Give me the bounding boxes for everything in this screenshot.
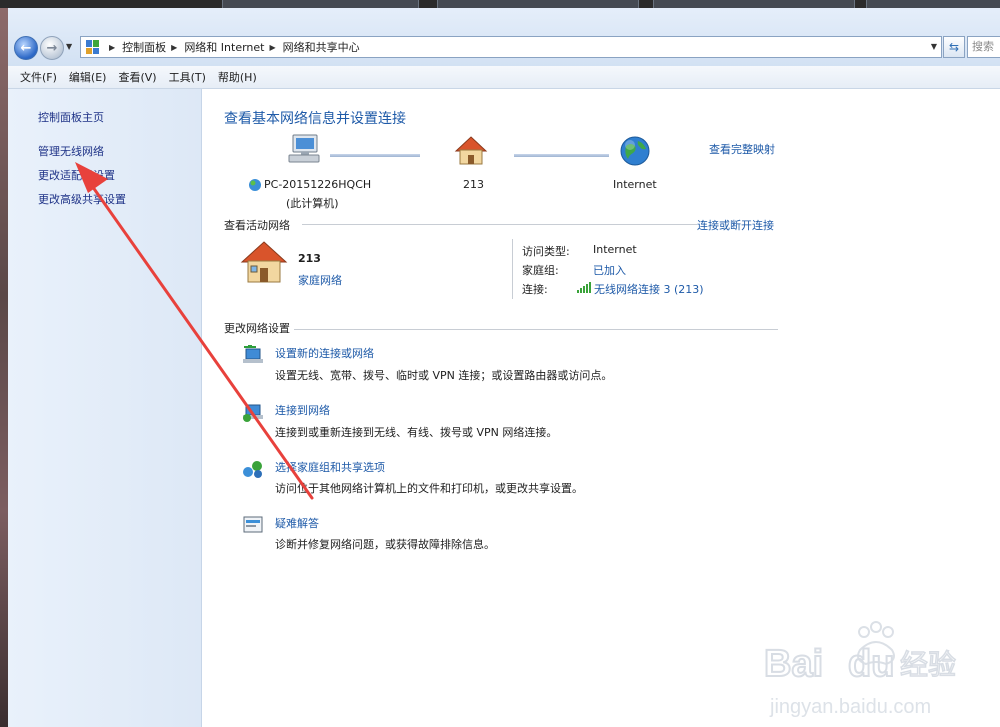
active-networks-heading: 查看活动网络 <box>224 219 290 232</box>
breadcrumb-control-panel[interactable]: 控制面板 <box>122 39 166 55</box>
svg-text:Bai: Bai <box>764 643 823 685</box>
svg-text:经验: 经验 <box>900 648 956 681</box>
menu-view[interactable]: 查看(V) <box>118 69 156 85</box>
svg-text:jingyan.baidu.com: jingyan.baidu.com <box>769 696 931 718</box>
menu-help[interactable]: 帮助(H) <box>218 69 257 85</box>
homegroup-sharing-desc: 访问位于其他网络计算机上的文件和打印机，或更改共享设置。 <box>275 482 583 495</box>
breadcrumb-separator-icon[interactable]: ▶ <box>270 43 276 52</box>
map-connection-line <box>514 154 609 157</box>
back-button[interactable]: ← <box>14 36 38 60</box>
sidebar-item-advanced-sharing[interactable]: 更改高级共享设置 <box>38 191 126 207</box>
menu-edit[interactable]: 编辑(E) <box>69 69 107 85</box>
connection-label: 连接: <box>522 283 548 296</box>
menu-tools[interactable]: 工具(T) <box>169 69 206 85</box>
computer-sublabel: (此计算机) <box>286 197 339 210</box>
sidebar-item-manage-wireless[interactable]: 管理无线网络 <box>38 143 104 159</box>
taskbar <box>0 0 1000 8</box>
taskbar-tab[interactable] <box>222 0 419 8</box>
breadcrumb-separator-icon[interactable]: ▶ <box>171 43 177 52</box>
page-title: 查看基本网络信息并设置连接 <box>224 111 406 127</box>
address-bar[interactable]: ▶ 控制面板 ▶ 网络和 Internet ▶ 网络和共享中心 ▼ <box>80 36 942 58</box>
section-divider <box>302 224 697 225</box>
sidebar: 控制面板主页 管理无线网络 更改适配器设置 更改高级共享设置 <box>8 89 202 727</box>
troubleshoot-desc: 诊断并修复网络问题，或获得故障排除信息。 <box>275 538 495 551</box>
refresh-button[interactable]: ⇆ <box>943 36 965 58</box>
computer-name: PC-20151226HQCH <box>264 178 372 191</box>
control-panel-icon <box>86 40 100 54</box>
setup-connection-desc: 设置无线、宽带、拨号、临时或 VPN 连接；或设置路由器或访问点。 <box>275 369 613 382</box>
sidebar-item-change-adapter[interactable]: 更改适配器设置 <box>38 167 115 183</box>
vertical-divider <box>512 239 513 299</box>
breadcrumb-network-sharing-center[interactable]: 网络和共享中心 <box>283 39 360 55</box>
new-connection-icon <box>243 345 263 363</box>
taskbar-tab[interactable] <box>866 0 1000 8</box>
view-full-map-link[interactable]: 查看完整映射 <box>709 141 775 157</box>
forward-arrow-icon: → <box>46 40 58 56</box>
network-name-label: 213 <box>463 178 484 191</box>
refresh-icon: ⇆ <box>948 40 960 54</box>
svg-text:du: du <box>848 643 894 685</box>
computer-icon <box>288 134 320 163</box>
navigation-bar: ← → ▼ ▶ 控制面板 ▶ 网络和 Internet ▶ 网络和共享中心 ▼ … <box>8 8 1000 66</box>
homegroup-link[interactable]: 已加入 <box>593 262 626 278</box>
baidu-jingyan-watermark: Bai du 经验 jingyan.baidu.com <box>763 621 957 718</box>
connect-to-network-link[interactable]: 连接到网络 <box>275 402 330 418</box>
access-type-label: 访问类型: <box>522 245 570 258</box>
back-arrow-icon: ← <box>20 40 32 56</box>
active-network-name: 213 <box>298 252 321 265</box>
forward-button[interactable]: → <box>40 36 64 60</box>
homegroup-label: 家庭组: <box>522 264 559 277</box>
home-network-icon[interactable] <box>454 135 488 167</box>
wireless-connection-link[interactable]: 无线网络连接 3 (213) <box>594 281 704 297</box>
change-settings-heading: 更改网络设置 <box>224 322 290 335</box>
internet-label: Internet <box>613 178 657 191</box>
setup-connection-link[interactable]: 设置新的连接或网络 <box>275 345 374 361</box>
map-connection-line <box>330 154 420 157</box>
connect-to-network-desc: 连接到或重新连接到无线、有线、拨号或 VPN 网络连接。 <box>275 426 558 439</box>
network-computer-small-icon <box>249 179 261 191</box>
breadcrumb-separator-icon[interactable]: ▶ <box>109 43 115 52</box>
internet-globe-icon[interactable] <box>619 135 651 167</box>
troubleshoot-link[interactable]: 疑难解答 <box>275 515 319 531</box>
desktop-background <box>0 8 8 727</box>
homegroup-sharing-link[interactable]: 选择家庭组和共享选项 <box>275 459 385 475</box>
menu-file[interactable]: 文件(F) <box>20 69 57 85</box>
section-divider <box>294 329 778 330</box>
homegroup-icon <box>243 461 262 478</box>
connect-network-icon <box>243 404 263 422</box>
wifi-signal-icon <box>577 282 591 293</box>
breadcrumb-network-internet[interactable]: 网络和 Internet <box>184 39 264 55</box>
network-type-link[interactable]: 家庭网络 <box>298 272 342 288</box>
taskbar-tab[interactable] <box>653 0 855 8</box>
sidebar-item-control-panel-home[interactable]: 控制面板主页 <box>38 109 104 125</box>
search-input[interactable]: 搜索 <box>967 36 1000 58</box>
troubleshoot-icon <box>243 516 263 533</box>
menu-bar: 文件(F) 编辑(E) 查看(V) 工具(T) 帮助(H) <box>8 66 1000 89</box>
home-network-large-icon[interactable] <box>240 239 288 287</box>
connect-disconnect-link[interactable]: 连接或断开连接 <box>697 217 774 233</box>
recent-pages-dropdown[interactable]: ▼ <box>66 42 72 51</box>
access-type-value: Internet <box>593 243 637 256</box>
address-dropdown-icon[interactable]: ▼ <box>931 42 937 51</box>
taskbar-tab[interactable] <box>437 0 639 8</box>
